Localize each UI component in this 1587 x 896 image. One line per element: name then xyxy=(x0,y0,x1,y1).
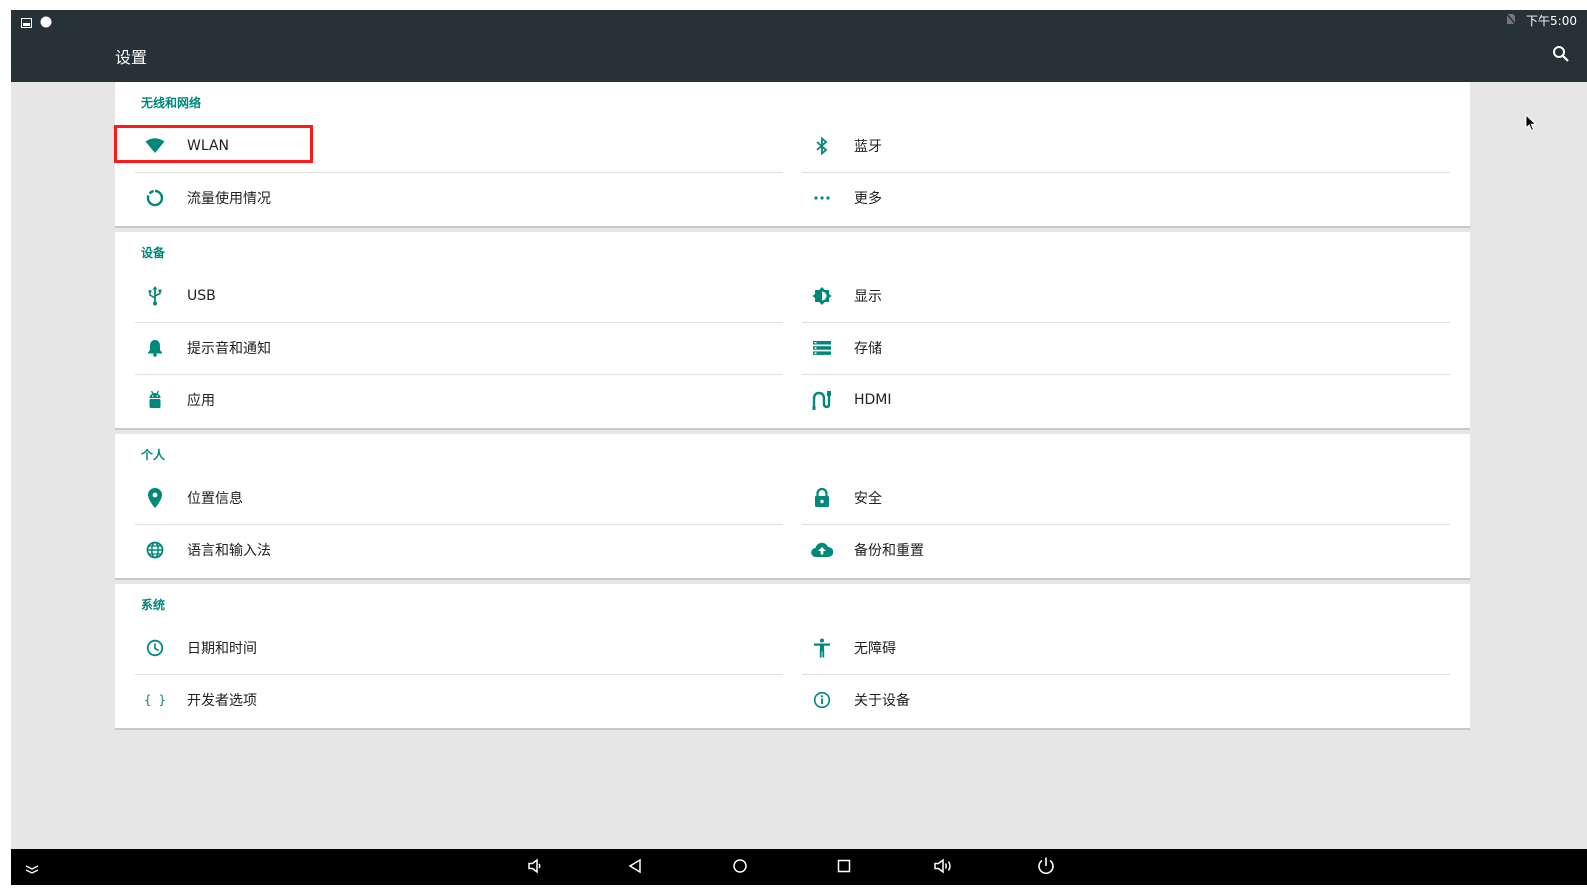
volume-down-icon xyxy=(526,857,544,879)
mouse-cursor-icon xyxy=(1525,113,1537,136)
settings-item-label: 提示音和通知 xyxy=(187,341,271,357)
page-title: 设置 xyxy=(115,48,148,67)
settings-item-label: 显示 xyxy=(854,289,882,305)
usb-icon xyxy=(139,284,171,308)
settings-item-date-time[interactable]: 日期和时间 xyxy=(135,622,783,674)
location-icon xyxy=(139,486,171,510)
section-device: 设备 USB 显示 提示音和通知 存储 应用 HDMI xyxy=(115,232,1470,428)
hdmi-icon xyxy=(806,388,838,412)
lock-icon xyxy=(806,486,838,510)
settings-item-bluetooth[interactable]: 蓝牙 xyxy=(802,120,1450,172)
recents-button[interactable] xyxy=(833,857,855,879)
section-wireless-network: 无线和网络 WLAN 蓝牙 流量使用情况 更多 xyxy=(115,82,1470,226)
settings-item-label: 安全 xyxy=(854,491,882,507)
search-button[interactable] xyxy=(1551,44,1575,68)
double-chevron-down-icon xyxy=(24,859,40,878)
settings-item-apps[interactable]: 应用 xyxy=(135,374,783,426)
section-system: 系统 日期和时间 无障碍 { } 开发者选项 关于设备 xyxy=(115,584,1470,728)
settings-item-label: 位置信息 xyxy=(187,491,243,507)
settings-item-more[interactable]: 更多 xyxy=(802,172,1450,224)
volume-up-icon xyxy=(933,857,955,879)
android-icon xyxy=(139,388,171,412)
home-circle-icon xyxy=(732,858,748,878)
bell-icon xyxy=(139,336,171,360)
settings-item-label: 蓝牙 xyxy=(854,139,882,155)
status-time: 下午5:00 xyxy=(1526,14,1577,28)
section-title-personal: 个人 xyxy=(141,448,166,462)
settings-item-display[interactable]: 显示 xyxy=(802,270,1450,322)
clock-icon xyxy=(139,636,171,660)
accessibility-icon xyxy=(806,636,838,660)
settings-item-hdmi[interactable]: HDMI xyxy=(802,374,1450,426)
hide-bar-button[interactable] xyxy=(21,857,43,879)
status-bar: 下午5:00 xyxy=(11,10,1587,30)
settings-item-label: 更多 xyxy=(854,191,882,207)
search-icon xyxy=(1551,46,1571,68)
storage-icon xyxy=(806,336,838,360)
code-braces-icon: { } xyxy=(144,693,166,707)
highlight-box xyxy=(114,125,313,163)
settings-item-label: 语言和输入法 xyxy=(187,543,271,559)
settings-item-location[interactable]: 位置信息 xyxy=(135,472,783,524)
settings-item-label: HDMI xyxy=(854,392,892,408)
no-sim-icon xyxy=(1505,12,1517,28)
section-title-device: 设备 xyxy=(141,246,166,260)
settings-item-data-usage[interactable]: 流量使用情况 xyxy=(135,172,783,224)
recents-square-icon xyxy=(836,858,852,878)
bluetooth-icon xyxy=(806,134,838,158)
display-icon xyxy=(806,284,838,308)
navigation-bar xyxy=(11,849,1587,885)
cloud-upload-icon xyxy=(806,538,838,562)
home-button[interactable] xyxy=(729,857,751,879)
section-personal: 个人 位置信息 安全 语言和输入法 备份和重置 xyxy=(115,434,1470,578)
volume-up-button[interactable] xyxy=(933,857,955,879)
settings-item-sound-notification[interactable]: 提示音和通知 xyxy=(135,322,783,374)
settings-item-about-device[interactable]: 关于设备 xyxy=(802,674,1450,726)
power-icon xyxy=(1036,856,1056,880)
settings-item-usb[interactable]: USB xyxy=(135,270,783,322)
section-title-system: 系统 xyxy=(141,598,166,612)
power-button[interactable] xyxy=(1035,857,1057,879)
app-bar: 设置 xyxy=(11,30,1587,82)
section-title-wireless: 无线和网络 xyxy=(141,96,202,110)
settings-item-label: 开发者选项 xyxy=(187,693,257,709)
settings-item-label: 应用 xyxy=(187,393,215,409)
settings-item-storage[interactable]: 存储 xyxy=(802,322,1450,374)
settings-item-security[interactable]: 安全 xyxy=(802,472,1450,524)
info-icon xyxy=(806,688,838,712)
settings-item-backup-reset[interactable]: 备份和重置 xyxy=(802,524,1450,576)
settings-item-language-input[interactable]: 语言和输入法 xyxy=(135,524,783,576)
data-usage-icon xyxy=(139,186,171,210)
volume-down-button[interactable] xyxy=(524,857,546,879)
settings-item-label: 关于设备 xyxy=(854,693,910,709)
settings-item-label: USB xyxy=(187,288,216,304)
settings-item-label: 流量使用情况 xyxy=(187,191,271,207)
back-triangle-icon xyxy=(627,858,643,878)
settings-item-label: 备份和重置 xyxy=(854,543,924,559)
more-icon xyxy=(806,186,838,210)
settings-item-accessibility[interactable]: 无障碍 xyxy=(802,622,1450,674)
settings-item-label: 无障碍 xyxy=(854,641,896,657)
android-screen: 下午5:00 设置 无线和网络 WLAN 蓝牙 流量使用情况 更多 设备 USB… xyxy=(11,10,1587,885)
settings-item-label: 日期和时间 xyxy=(187,641,257,657)
settings-item-developer-options[interactable]: { } 开发者选项 xyxy=(135,674,783,726)
settings-item-label: 存储 xyxy=(854,341,882,357)
globe-icon xyxy=(139,538,171,562)
back-button[interactable] xyxy=(624,857,646,879)
